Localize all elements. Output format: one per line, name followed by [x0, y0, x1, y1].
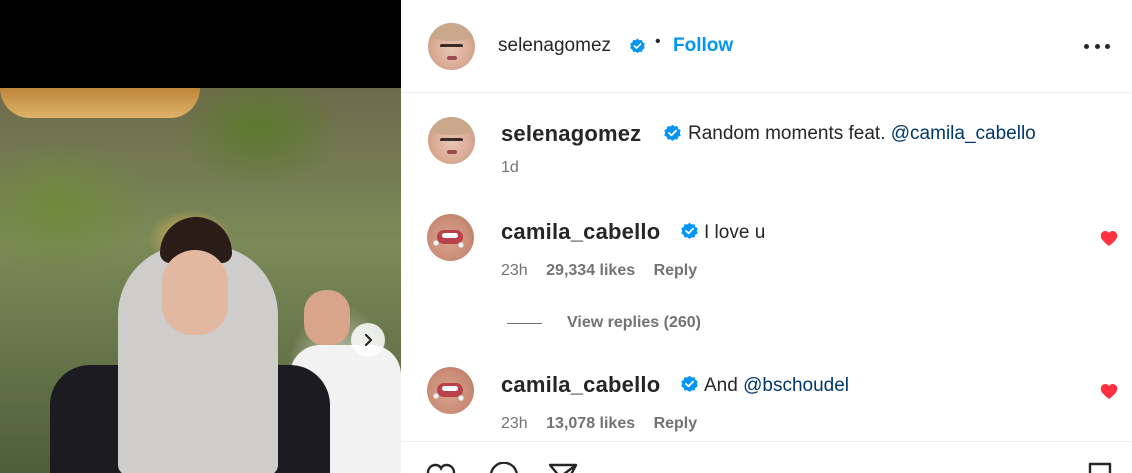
verified-badge-icon	[681, 375, 698, 392]
photo-subject	[50, 205, 330, 473]
author-avatar[interactable]	[428, 23, 475, 70]
view-replies-button[interactable]: View replies (260)	[507, 314, 701, 332]
comment-text: And @bschoudel	[704, 375, 850, 396]
post-action-bar	[401, 441, 1132, 473]
replies-divider	[507, 322, 542, 324]
comment-meta: 23h 13,078 likes Reply	[501, 415, 697, 433]
author-username[interactable]: selenagomez	[498, 35, 611, 57]
comment-mention-link[interactable]: @bschoudel	[743, 375, 849, 396]
view-replies-label: View replies (260)	[567, 314, 701, 331]
comment-meta: 23h 29,334 likes Reply	[501, 262, 697, 280]
caption-username[interactable]: selenagomez	[501, 121, 641, 147]
comment-reply-button[interactable]: Reply	[654, 262, 698, 279]
comment-avatar[interactable]	[427, 367, 474, 414]
caption-text: Random moments feat. @camila_cabello	[688, 123, 1036, 144]
heart-icon[interactable]	[1100, 383, 1118, 400]
photo-lamp	[0, 88, 200, 118]
post-side-panel: selenagomez • Follow selenagomez Random …	[401, 0, 1132, 473]
comment-likes[interactable]: 29,334 likes	[546, 262, 635, 279]
like-icon[interactable]	[426, 462, 456, 473]
post-header: selenagomez • Follow	[401, 0, 1132, 93]
chevron-right-icon	[364, 333, 373, 347]
verified-badge-icon	[664, 124, 681, 141]
verified-badge-icon	[681, 222, 698, 239]
heart-icon[interactable]	[1100, 230, 1118, 247]
caption-author-avatar[interactable]	[428, 117, 475, 164]
comment-time[interactable]: 23h	[501, 262, 528, 279]
comment-likes[interactable]: 13,078 likes	[546, 415, 635, 432]
carousel-next-button[interactable]	[351, 323, 385, 357]
verified-badge-icon	[630, 38, 645, 54]
bookmark-icon[interactable]	[1085, 462, 1115, 473]
header-separator-dot: •	[655, 33, 661, 50]
caption-timestamp[interactable]: 1d	[501, 159, 519, 177]
comment-text: I love u	[704, 222, 766, 243]
comment-reply-button[interactable]: Reply	[654, 415, 698, 432]
comment-time[interactable]: 23h	[501, 415, 528, 432]
share-icon[interactable]	[548, 462, 578, 473]
media-top-bar	[0, 0, 401, 88]
follow-button[interactable]: Follow	[673, 35, 733, 57]
post-media	[0, 0, 401, 473]
comment-username[interactable]: camila_cabello	[501, 372, 660, 398]
caption-mention-link[interactable]: @camila_cabello	[891, 123, 1036, 144]
more-options-icon[interactable]	[1084, 36, 1110, 56]
comment-username[interactable]: camila_cabello	[501, 219, 660, 245]
comment-avatar[interactable]	[427, 214, 474, 261]
comment-icon[interactable]	[488, 462, 518, 473]
